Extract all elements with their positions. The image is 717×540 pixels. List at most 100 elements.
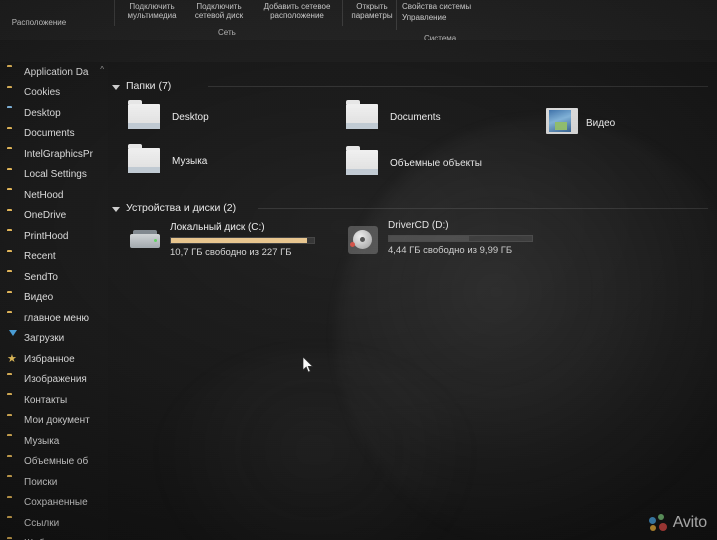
chevron-down-icon[interactable] <box>112 84 120 90</box>
navigation-pane[interactable]: Application Da ^ Cookies Desktop Documen… <box>0 62 108 540</box>
folder-icon <box>7 456 19 468</box>
capacity-bar <box>388 235 533 242</box>
folder-icon <box>7 87 19 99</box>
sidebar-item-label: Documents <box>24 128 75 140</box>
folder-icon <box>7 210 19 222</box>
sidebar-item-recent[interactable]: Recent <box>0 247 108 268</box>
ribbon-item-otkryt-parametry[interactable]: Открыть параметры <box>346 2 398 20</box>
folder-icon <box>7 517 19 529</box>
group-header-label: Папки (7) <box>126 80 172 92</box>
sidebar-item-label: Изображения <box>24 374 87 386</box>
sidebar-item-izbrannoe[interactable]: ★ Избранное <box>0 349 108 370</box>
ribbon-item-dobavit-setevoe-raspolozhenie[interactable]: Добавить сетевое расположение <box>254 2 340 20</box>
folder-icon <box>7 312 19 324</box>
drive-drivercd-d[interactable]: DriverCD (D:) 4,44 ГБ свободно из 9,99 Г… <box>340 220 560 260</box>
item-documents[interactable]: Documents <box>340 98 520 140</box>
folder-icon <box>7 107 19 119</box>
sidebar-item-kontakty[interactable]: Контакты <box>0 390 108 411</box>
drive-free-space: 4,44 ГБ свободно из 9,99 ГБ <box>388 245 513 256</box>
drive-name: Локальный диск (C:) <box>170 222 265 233</box>
sidebar-item-printhood[interactable]: PrintHood <box>0 226 108 247</box>
sidebar-item-label: PrintHood <box>24 230 69 242</box>
folder-icon <box>7 271 19 283</box>
sidebar-item-glavnoe-menu[interactable]: главное меню <box>0 308 108 329</box>
mouse-cursor <box>303 357 314 373</box>
sidebar-item-label: главное меню <box>24 312 90 324</box>
sidebar-item-documents[interactable]: Documents <box>0 124 108 145</box>
drive-local-disk-c[interactable]: Локальный диск (C:) 10,7 ГБ свободно из … <box>122 222 342 262</box>
sidebar-item-label: Ссылки <box>24 517 60 529</box>
item-label: Объемные объекты <box>390 158 482 169</box>
drive-free-space: 10,7 ГБ свободно из 227 ГБ <box>170 247 292 258</box>
sidebar-item-sohranennye[interactable]: Сохраненные <box>0 493 108 514</box>
sidebar-item-shablony[interactable]: Шаблоны <box>0 534 108 540</box>
sidebar-item-onedrive[interactable]: OneDrive <box>0 206 108 227</box>
sidebar-item-label: Application Da <box>24 66 89 78</box>
sidebar-item-application-data[interactable]: Application Da ^ <box>0 62 108 83</box>
sidebar-item-label: Поиски <box>24 476 58 488</box>
ribbon-group-label-set: Сеть <box>218 28 236 37</box>
ribbon-divider-3 <box>396 0 397 30</box>
sidebar-item-zagruzki[interactable]: Загрузки <box>0 329 108 350</box>
group-header-label: Устройства и диски (2) <box>126 202 237 214</box>
sidebar-item-sendto[interactable]: SendTo <box>0 267 108 288</box>
sidebar-item-nethood[interactable]: NetHood <box>0 185 108 206</box>
sidebar-item-label: IntelGraphicsPr <box>24 148 93 160</box>
sidebar-item-label: Recent <box>24 251 56 263</box>
sidebar-item-label: Мои документ <box>24 415 90 427</box>
avito-watermark: Avito <box>648 514 707 532</box>
sidebar-item-intelgraphicsprofiles[interactable]: IntelGraphicsPr <box>0 144 108 165</box>
items-view[interactable]: Папки (7) Desktop Documents Видео Музыка… <box>108 62 717 540</box>
ribbon-divider-2 <box>342 0 343 26</box>
sidebar-item-label: Избранное <box>24 353 75 365</box>
avito-logo-icon <box>648 514 669 532</box>
ribbon-item-raspolozhenie[interactable]: Расположение <box>2 18 76 27</box>
capacity-bar-fill <box>171 238 307 243</box>
folder-icon <box>7 189 19 201</box>
item-label: Documents <box>390 112 441 123</box>
item-label: Музыка <box>172 156 208 167</box>
group-divider-folders <box>208 86 708 87</box>
item-label: Видео <box>586 118 616 129</box>
folder-icon <box>7 497 19 509</box>
item-obemnye-obekty[interactable]: Объемные объекты <box>340 144 520 186</box>
sidebar-item-poiski[interactable]: Поиски <box>0 472 108 493</box>
folder-icon <box>7 374 19 386</box>
ribbon-item-upravlenie[interactable]: Управление <box>402 13 482 22</box>
sidebar-item-video[interactable]: Видео <box>0 288 108 309</box>
sidebar-item-moi-dokumenty[interactable]: Мои документ <box>0 411 108 432</box>
sidebar-item-ssylki[interactable]: Ссылки <box>0 513 108 534</box>
ribbon-item-podkluchit-setevoy-disk[interactable]: Подключить сетевой диск <box>188 2 250 20</box>
cd-drive-icon <box>348 226 378 254</box>
sidebar-item-label: Desktop <box>24 107 61 119</box>
sidebar-item-desktop[interactable]: Desktop <box>0 103 108 124</box>
ribbon-item-podkluchit-multimedia[interactable]: Подключить мультимедиа <box>120 2 184 20</box>
item-video[interactable]: Видео <box>540 102 717 144</box>
sidebar-item-label: Контакты <box>24 394 68 406</box>
group-header-folders[interactable]: Папки (7) <box>112 80 171 92</box>
sidebar-item-izobrazheniya[interactable]: Изображения <box>0 370 108 391</box>
item-desktop[interactable]: Desktop <box>122 98 302 140</box>
file-explorer-window: Расположение Подключить мультимедиа Подк… <box>0 0 717 540</box>
chevron-up-icon[interactable]: ^ <box>100 65 104 74</box>
sidebar-item-label: NetHood <box>24 189 64 201</box>
address-bar <box>0 40 717 62</box>
folder-icon <box>128 100 160 129</box>
sidebar-item-label: Музыка <box>24 435 60 447</box>
capacity-bar <box>170 237 315 244</box>
sidebar-item-label: OneDrive <box>24 210 67 222</box>
group-header-devices[interactable]: Устройства и диски (2) <box>112 202 236 214</box>
folder-icon <box>7 435 19 447</box>
sidebar-item-local-settings[interactable]: Local Settings <box>0 165 108 186</box>
item-muzyka[interactable]: Музыка <box>122 142 302 184</box>
sidebar-item-cookies[interactable]: Cookies <box>0 83 108 104</box>
chevron-down-icon[interactable] <box>112 206 120 212</box>
ribbon-item-svoystva-sistemy[interactable]: Свойства системы <box>402 2 482 11</box>
sidebar-item-label: SendTo <box>24 271 58 283</box>
sidebar-item-muzyka[interactable]: Музыка <box>0 431 108 452</box>
sidebar-item-obemnye-obekty[interactable]: Объемные об <box>0 452 108 473</box>
folder-icon <box>7 476 19 488</box>
folder-icon <box>7 415 19 427</box>
sidebar-item-label: Сохраненные <box>24 497 88 509</box>
folder-icon <box>346 146 378 175</box>
